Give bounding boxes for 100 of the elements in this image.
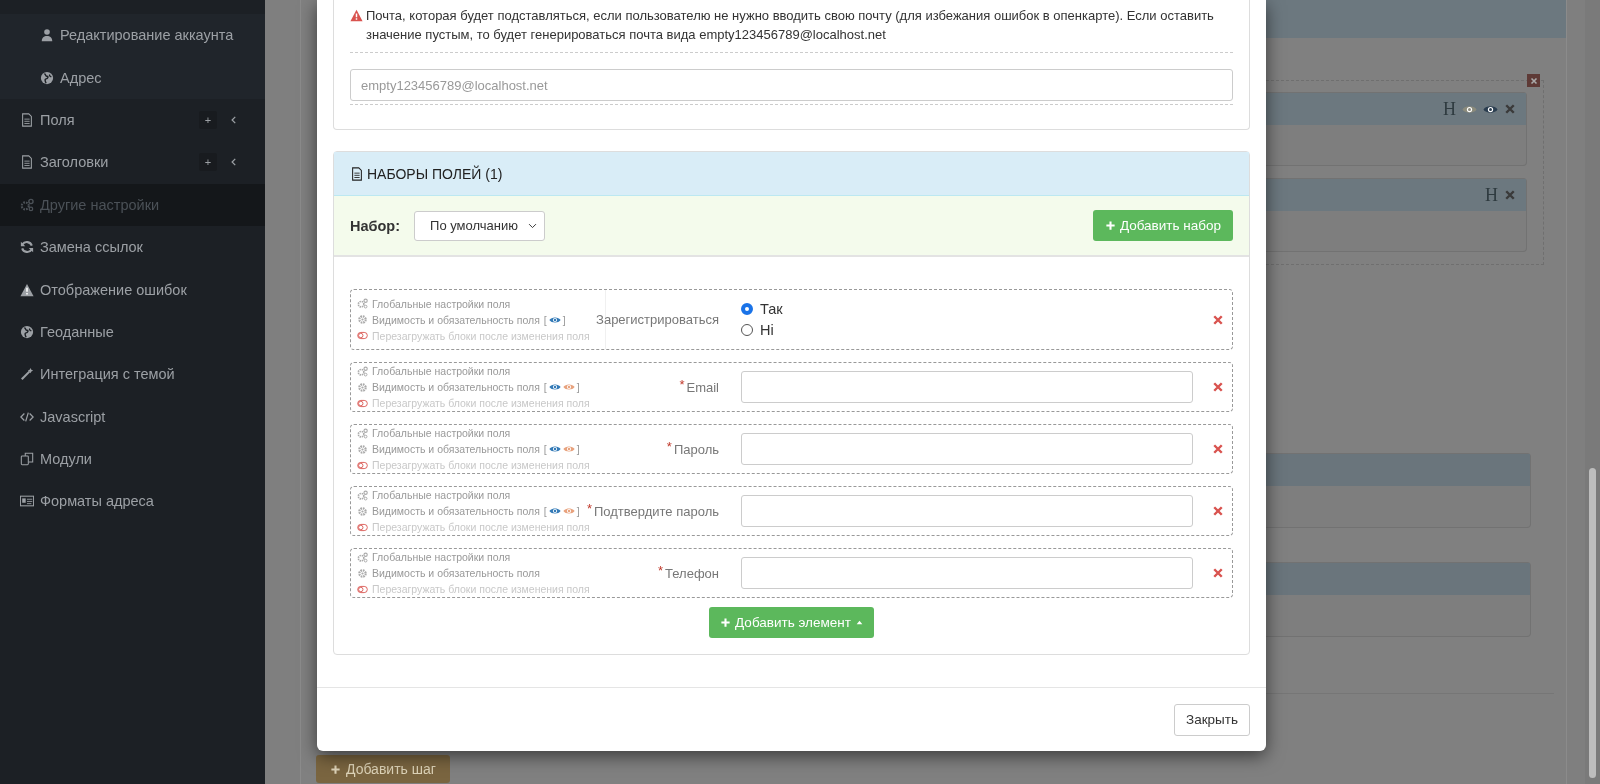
bracket: [ xyxy=(543,381,547,393)
bracket: ] xyxy=(576,381,580,393)
toggle-icon xyxy=(357,521,368,533)
required-mark: * xyxy=(586,500,592,516)
globe-icon xyxy=(40,70,54,85)
sidebar-item[interactable]: Геоданные xyxy=(0,310,265,354)
delete-icon[interactable] xyxy=(1212,443,1224,455)
gears-icon xyxy=(357,365,368,377)
user-icon xyxy=(40,28,54,43)
visibility-link[interactable]: Видимость и обязательность поля xyxy=(372,443,540,455)
required-mark: * xyxy=(679,376,685,392)
sidebar-item[interactable]: Javascript xyxy=(0,395,265,438)
visibility-link[interactable]: Видимость и обязательность поля xyxy=(372,313,540,326)
heading-toggle[interactable]: H xyxy=(1443,98,1456,120)
add-set-button[interactable]: Добавить набор xyxy=(1092,210,1233,241)
magic-wand-icon xyxy=(20,367,34,382)
toggle-icon xyxy=(357,583,368,595)
toggle-icon xyxy=(357,330,368,341)
refresh-icon xyxy=(20,240,34,255)
settings-link[interactable]: Глобальные настройки поля xyxy=(372,551,511,563)
close-button[interactable]: Закрыть xyxy=(1174,703,1250,736)
settings-link[interactable]: Глобальные настройки поля xyxy=(372,489,511,501)
radio-label: Так xyxy=(760,301,783,317)
help-text: Почта, которая будет подставляться, если пользователю не нужно вводить свою почту (для избежания ошибок в опенкарте). Если оставить значение пустым, то будет генерироваться почта вида empty123456789@localhost.net xyxy=(366,7,1215,44)
address-card-icon xyxy=(20,494,34,509)
gears-icon xyxy=(357,427,368,439)
gears-icon xyxy=(20,197,34,212)
bracket: [ xyxy=(543,443,547,455)
add-step-button[interactable]: Добавить шаг xyxy=(316,755,450,783)
visibility-link[interactable]: Видимость и обязательность поля xyxy=(372,505,540,517)
toggle-icon xyxy=(357,397,368,409)
required-mark: * xyxy=(658,562,664,578)
sidebar-item[interactable]: Адрес xyxy=(0,56,265,99)
document-icon xyxy=(20,112,34,127)
sidebar-item[interactable]: Замена ссылок xyxy=(0,225,265,269)
heading-toggle[interactable]: H xyxy=(1485,184,1498,206)
gears-icon xyxy=(357,298,368,309)
email-input[interactable]: empty123456789@localhost.net xyxy=(350,69,1233,101)
bracket: ] xyxy=(576,443,580,455)
field-label: Зарегистрироваться xyxy=(596,312,719,327)
gear-icon xyxy=(357,505,368,517)
delete-icon[interactable] xyxy=(1212,313,1224,326)
close-icon xyxy=(1529,76,1538,85)
sidebar-item[interactable]: Форматы адреса xyxy=(0,480,265,523)
field-label: Подтвердите пароль xyxy=(593,503,719,519)
sidebar-item[interactable]: Интеграция с темой xyxy=(0,353,265,396)
delete-icon[interactable] xyxy=(1212,505,1224,517)
gear-icon xyxy=(357,567,368,579)
warning-icon xyxy=(20,282,34,297)
visibility-link[interactable]: Видимость и обязательность поля xyxy=(372,381,540,393)
field-label: Email xyxy=(686,379,719,395)
input-field[interactable] xyxy=(741,557,1193,589)
plus-icon xyxy=(330,763,341,775)
sidebar-item[interactable]: Модули xyxy=(0,437,265,481)
sidebar-item[interactable]: Редактирование аккаунта xyxy=(0,14,265,57)
document-icon xyxy=(20,155,34,170)
sidebar-item[interactable]: Поля + xyxy=(0,98,265,142)
delete-icon[interactable] xyxy=(1212,381,1224,393)
add-element-button[interactable]: Добавить элемент xyxy=(709,607,874,638)
close-icon xyxy=(1504,189,1516,201)
bracket: ] xyxy=(576,505,580,517)
gear-icon xyxy=(357,381,368,393)
copy-icon xyxy=(20,452,34,467)
panel-title: НАБОРЫ ПОЛЕЙ (1) xyxy=(367,165,503,182)
warning-icon xyxy=(350,9,363,22)
field-label: Телефон xyxy=(665,565,719,581)
radio-button[interactable] xyxy=(741,324,753,336)
delete-icon[interactable] xyxy=(1212,567,1224,579)
caret-up-icon xyxy=(854,618,864,627)
close-icon xyxy=(1504,103,1516,115)
gears-icon xyxy=(357,551,368,563)
bracket: ] xyxy=(562,313,566,326)
sidebar-item[interactable]: Заголовки + xyxy=(0,141,265,184)
gear-icon xyxy=(357,443,368,455)
radio-label: Ні xyxy=(760,322,774,338)
sidebar-item[interactable]: Отображение ошибок xyxy=(0,268,265,311)
toggle-icon xyxy=(357,459,368,471)
settings-link[interactable]: Глобальные настройки поля xyxy=(372,365,511,377)
set-label: Набор: xyxy=(350,217,401,234)
plus-icon xyxy=(1104,220,1116,231)
field-label: Пароль xyxy=(673,441,719,457)
plus-icon xyxy=(720,617,732,628)
sidebar-item[interactable]: Другие настройки xyxy=(0,183,265,226)
remove-button[interactable] xyxy=(1527,74,1540,87)
add-button[interactable]: + xyxy=(199,153,217,172)
required-mark: * xyxy=(666,438,672,454)
settings-link[interactable]: Глобальные настройки поля xyxy=(372,297,511,310)
input-field[interactable] xyxy=(741,495,1193,527)
set-select[interactable]: По умолчанию xyxy=(414,210,546,241)
globe-icon xyxy=(20,324,34,339)
gear-icon xyxy=(357,314,368,325)
scrollbar-thumb[interactable] xyxy=(1589,468,1596,778)
input-field[interactable] xyxy=(741,371,1193,403)
settings-link[interactable]: Глобальные настройки поля xyxy=(372,427,511,439)
bracket: [ xyxy=(543,313,547,326)
add-button[interactable]: + xyxy=(199,110,217,129)
document-icon xyxy=(350,166,364,181)
visibility-link[interactable]: Видимость и обязательность поля xyxy=(372,567,540,579)
input-field[interactable] xyxy=(741,433,1193,465)
radio-button[interactable] xyxy=(741,303,753,315)
